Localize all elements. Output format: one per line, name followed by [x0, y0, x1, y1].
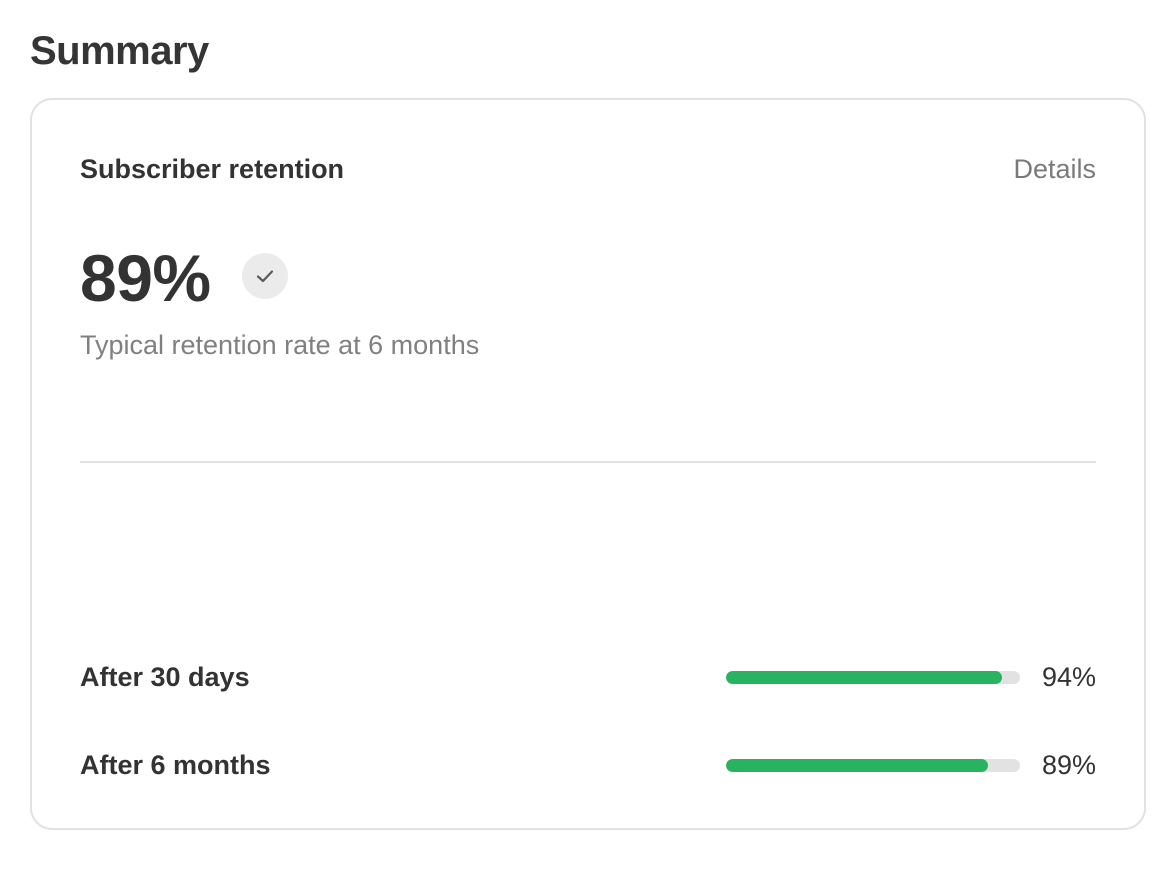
retention-rate-value: 89%	[80, 241, 211, 315]
progress-bar-fill	[726, 671, 1003, 684]
check-icon	[256, 270, 274, 283]
subscriber-retention-card: Subscriber retention Details 89% Typical…	[30, 98, 1146, 830]
page-title: Summary	[30, 29, 209, 73]
progress-bar-track	[726, 671, 1020, 684]
metric-label: After 6 months	[80, 750, 271, 780]
metric-value: 89%	[1041, 750, 1096, 780]
progress-bar-track	[726, 759, 1020, 772]
card-title: Subscriber retention	[80, 154, 345, 184]
progress-bar-fill	[726, 759, 988, 772]
metric-row-6-months: After 6 months 89%	[80, 745, 1096, 785]
check-badge	[242, 253, 288, 299]
retention-subtitle: Typical retention rate at 6 months	[80, 330, 480, 360]
metric-value: 94%	[1041, 662, 1096, 692]
metric-label: After 30 days	[80, 662, 250, 692]
metric-row-30-days: After 30 days 94%	[80, 657, 1096, 697]
details-link[interactable]: Details	[1013, 152, 1096, 186]
divider	[80, 461, 1096, 463]
